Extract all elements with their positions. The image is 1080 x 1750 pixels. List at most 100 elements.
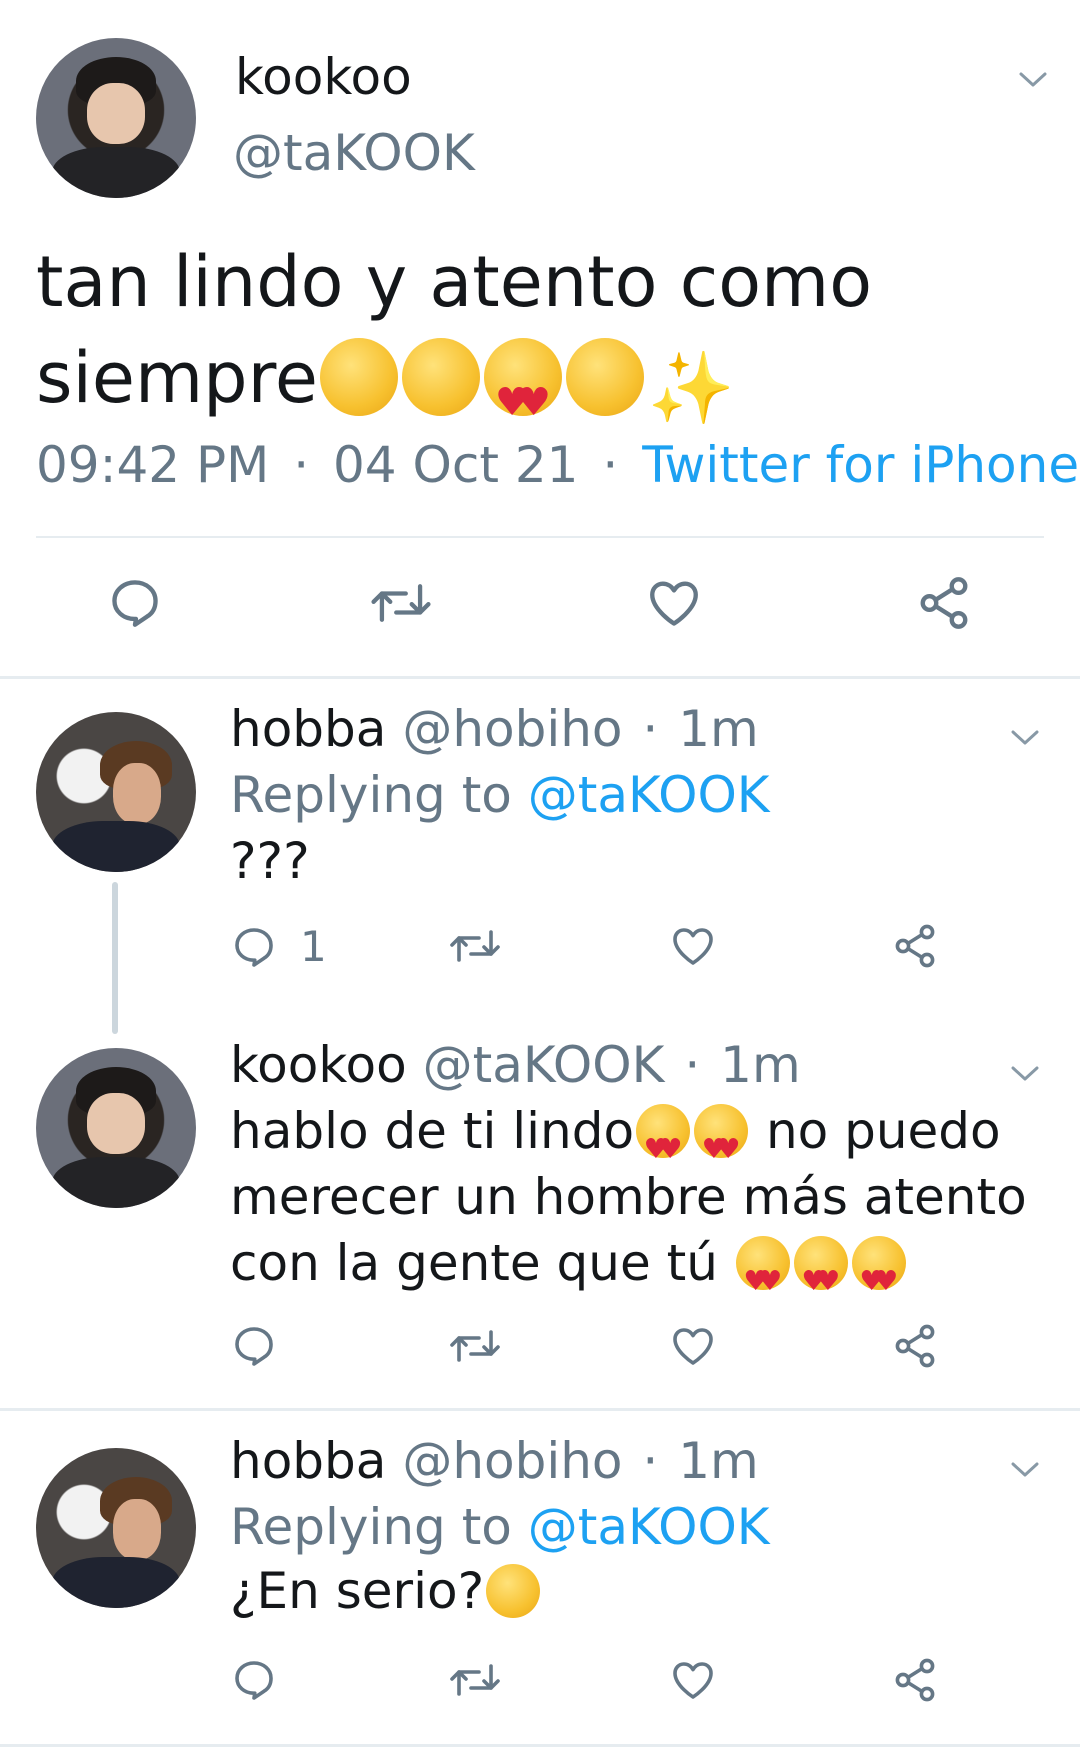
divider xyxy=(36,536,1044,538)
reply-age[interactable]: 1m xyxy=(678,1432,759,1490)
divider xyxy=(0,676,1080,679)
replying-to-label: Replying to xyxy=(230,766,512,824)
reply-button[interactable] xyxy=(230,1322,278,1370)
reply-handle[interactable]: @taKOOK xyxy=(423,1036,665,1094)
like-button[interactable] xyxy=(668,1656,718,1704)
retweet-icon xyxy=(450,930,500,962)
retweet-button[interactable] xyxy=(448,922,502,970)
share-icon xyxy=(920,577,968,629)
main-text-line2: siempre ✨ xyxy=(36,330,1056,451)
heart-eyes-emoji xyxy=(735,1236,790,1314)
heart-eyes-emoji xyxy=(793,1236,848,1314)
reply-text: hablo de ti lindo no puedo merecer un ho… xyxy=(230,1098,1030,1314)
retweet-button[interactable] xyxy=(448,1656,502,1704)
meta-separator: · xyxy=(642,700,659,758)
retweet-icon xyxy=(371,584,431,622)
divider xyxy=(0,1408,1080,1411)
reply-age[interactable]: 1m xyxy=(678,700,759,758)
reply-icon xyxy=(235,1661,273,1700)
share-icon xyxy=(895,1658,935,1702)
reply-text: ??? xyxy=(230,832,310,890)
hugging-face-emoji xyxy=(565,338,644,416)
text-fragment: con la gente que tú xyxy=(230,1234,718,1292)
replying-to-mention[interactable]: @taKOOK xyxy=(528,1498,770,1556)
like-button[interactable] xyxy=(668,1322,718,1370)
reply-action-bar xyxy=(0,1322,1080,1382)
reply-count: 1 xyxy=(300,922,327,971)
divider xyxy=(0,1744,1080,1747)
main-text-word: siempre xyxy=(36,337,318,419)
reply-handle[interactable]: @hobiho xyxy=(402,700,622,758)
reply-header: kookoo @taKOOK · 1m xyxy=(230,1036,801,1094)
main-date[interactable]: 04 Oct 21 xyxy=(333,436,578,494)
heart-eyes-emoji xyxy=(851,1236,906,1314)
heart-eyes-emoji xyxy=(636,1104,691,1182)
share-icon xyxy=(895,1324,935,1368)
sparkles-emoji: ✨ xyxy=(647,347,736,429)
reply-display-name[interactable]: kookoo xyxy=(230,1036,407,1094)
text-fragment: ¿En serio? xyxy=(230,1562,485,1620)
meta-separator: · xyxy=(684,1036,701,1094)
avatar-hobba[interactable] xyxy=(36,712,196,872)
reply-icon xyxy=(235,927,273,967)
avatar-kookoo[interactable] xyxy=(36,1048,196,1208)
reply-icon xyxy=(112,580,158,627)
avatar-kookoo[interactable] xyxy=(36,38,196,198)
reply-display-name[interactable]: hobba xyxy=(230,700,386,758)
share-icon xyxy=(895,924,935,968)
eye-roll-emoji xyxy=(486,1564,541,1618)
pleading-face-emoji xyxy=(319,338,398,416)
reply-action-bar xyxy=(0,1656,1080,1716)
heart-icon xyxy=(673,1662,713,1699)
main-action-bar xyxy=(0,574,1080,634)
main-handle[interactable]: @taKOOK xyxy=(233,124,475,182)
reply-button[interactable] xyxy=(106,574,164,632)
text-fragment: no puedo xyxy=(765,1102,1001,1160)
reply-header: hobba @hobiho · 1m xyxy=(230,1432,759,1490)
reply-age[interactable]: 1m xyxy=(720,1036,801,1094)
reply-display-name[interactable]: hobba xyxy=(230,1432,386,1490)
replying-to-line: Replying to @taKOOK xyxy=(230,766,770,824)
chevron-down-icon[interactable] xyxy=(1018,70,1047,92)
like-button[interactable] xyxy=(668,922,718,970)
heart-eyes-emoji xyxy=(694,1104,749,1182)
reply-text-line3: con la gente que tú xyxy=(230,1230,1030,1314)
avatar-hobba[interactable] xyxy=(36,1448,196,1608)
main-tweet-meta: 09:42 PM · 04 Oct 21 · Twitter for iPhon… xyxy=(36,436,1079,494)
reply-action-bar: 1 xyxy=(0,922,1080,982)
share-button[interactable] xyxy=(890,922,940,970)
retweet-button[interactable] xyxy=(370,574,432,632)
retweet-button[interactable] xyxy=(448,1322,502,1370)
retweet-icon xyxy=(450,1664,500,1696)
text-fragment: hablo de ti lindo xyxy=(230,1102,635,1160)
meta-separator: · xyxy=(642,1432,659,1490)
main-display-name[interactable]: kookoo xyxy=(235,48,412,106)
reply-button[interactable]: 1 xyxy=(230,922,327,971)
reply-handle[interactable]: @hobiho xyxy=(402,1432,622,1490)
chevron-down-icon[interactable] xyxy=(1010,728,1039,750)
face-blowing-kiss-emoji xyxy=(401,338,480,416)
reply-header: hobba @hobiho · 1m xyxy=(230,700,759,758)
main-time: 09:42 PM xyxy=(36,436,270,494)
heart-eyes-emoji xyxy=(483,338,562,451)
share-button[interactable] xyxy=(890,1322,940,1370)
replying-to-mention[interactable]: @taKOOK xyxy=(528,766,770,824)
main-source[interactable]: Twitter for iPhone xyxy=(642,436,1079,494)
main-text-line1: tan lindo y atento como xyxy=(36,241,873,323)
reply-icon xyxy=(235,1327,273,1366)
chevron-down-icon[interactable] xyxy=(1010,1460,1039,1482)
heart-icon xyxy=(650,581,698,626)
chevron-down-icon[interactable] xyxy=(1010,1064,1039,1086)
reply-text-line2: merecer un hombre más atento xyxy=(230,1168,1027,1226)
reply-button[interactable] xyxy=(230,1656,278,1704)
meta-separator: · xyxy=(293,436,310,494)
replying-to-line: Replying to @taKOOK xyxy=(230,1498,770,1556)
replying-to-label: Replying to xyxy=(230,1498,512,1556)
meta-separator: · xyxy=(602,436,619,494)
like-button[interactable] xyxy=(644,574,704,632)
heart-icon xyxy=(673,1328,713,1365)
share-button[interactable] xyxy=(890,1656,940,1704)
main-tweet-text: tan lindo y atento como siempre ✨ xyxy=(36,234,1056,451)
share-button[interactable] xyxy=(914,574,974,632)
retweet-icon xyxy=(450,1330,500,1362)
